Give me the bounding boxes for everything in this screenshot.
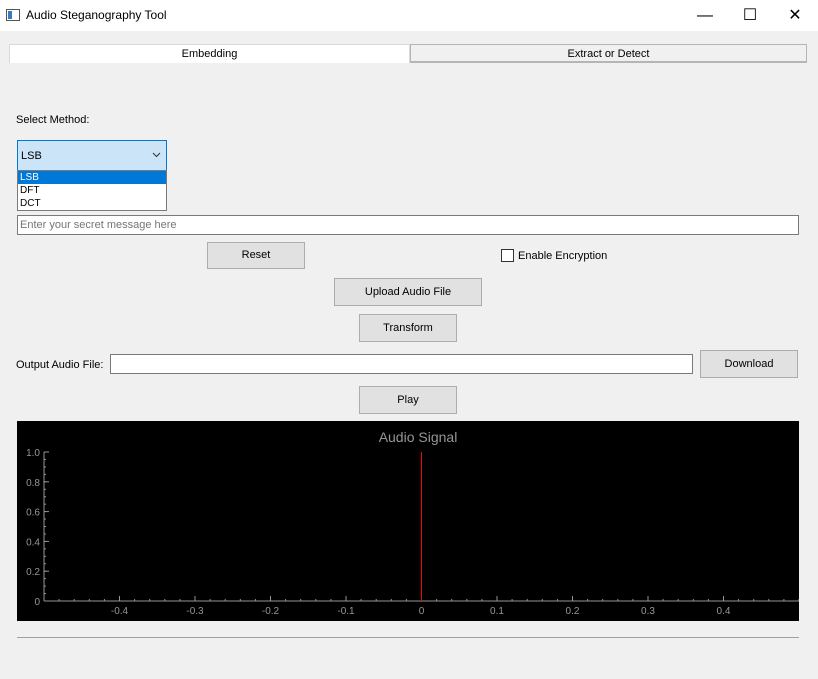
output-audio-label: Output Audio File: (16, 359, 104, 371)
x-tick-label: 0.4 (717, 606, 731, 617)
method-combo[interactable]: LSB (17, 140, 167, 171)
chart-title: Audio Signal (379, 429, 458, 445)
maximize-button[interactable]: ☐ (727, 0, 773, 31)
app-icon (6, 9, 20, 21)
window-title: Audio Steganography Tool (26, 8, 167, 22)
upload-audio-button[interactable]: Upload Audio File (334, 278, 482, 306)
x-tick-label: -0.3 (186, 606, 204, 617)
tab-extract-or-detect[interactable]: Extract or Detect (410, 44, 807, 62)
method-option-dct[interactable]: DCT (18, 197, 166, 210)
tab-embedding[interactable]: Embedding (9, 44, 410, 63)
x-tick-label: 0.2 (566, 606, 580, 617)
output-audio-field[interactable] (110, 354, 693, 374)
x-tick-label: 0.3 (641, 606, 655, 617)
minimize-button[interactable]: — (682, 0, 728, 31)
title-bar: Audio Steganography Tool — ☐ ✕ (0, 0, 818, 31)
bottom-divider (17, 637, 799, 638)
y-tick-label: 0.6 (26, 508, 40, 519)
method-dropdown-list: LSB DFT DCT (17, 170, 167, 211)
method-option-dft[interactable]: DFT (18, 184, 166, 197)
enable-encryption-checkbox[interactable] (501, 249, 514, 262)
y-tick-label: 0.2 (26, 567, 40, 578)
tab-divider (410, 62, 807, 63)
transform-button[interactable]: Transform (359, 314, 457, 342)
secret-message-input[interactable] (17, 215, 799, 235)
download-button[interactable]: Download (700, 350, 798, 378)
enable-encryption-label: Enable Encryption (518, 250, 608, 262)
y-tick-label: 0.8 (26, 478, 40, 489)
select-method-label: Select Method: (16, 114, 90, 126)
x-tick-label: -0.2 (262, 606, 280, 617)
y-tick-label: 1.0 (26, 448, 40, 459)
y-tick-label: 0 (34, 597, 40, 608)
play-button[interactable]: Play (359, 386, 457, 414)
x-tick-label: -0.4 (111, 606, 129, 617)
close-button[interactable]: ✕ (772, 0, 818, 31)
method-option-lsb[interactable]: LSB (18, 171, 166, 184)
y-tick-label: 0.4 (26, 537, 40, 548)
method-combo-value: LSB (21, 150, 42, 162)
x-tick-label: 0.1 (490, 606, 504, 617)
x-tick-label: 0 (419, 606, 425, 617)
audio-signal-chart: Audio Signal 0 0.2 0.4 0.6 0.8 1.0 -0.4 -0.3 -0.… (26, 429, 800, 617)
chevron-down-icon (152, 152, 161, 158)
reset-button[interactable]: Reset (207, 242, 305, 269)
audio-signal-plot: Audio Signal 0 0.2 0.4 0.6 0.8 1.0 -0.4 -0.3 -0.… (17, 421, 800, 621)
x-tick-label: -0.1 (337, 606, 355, 617)
